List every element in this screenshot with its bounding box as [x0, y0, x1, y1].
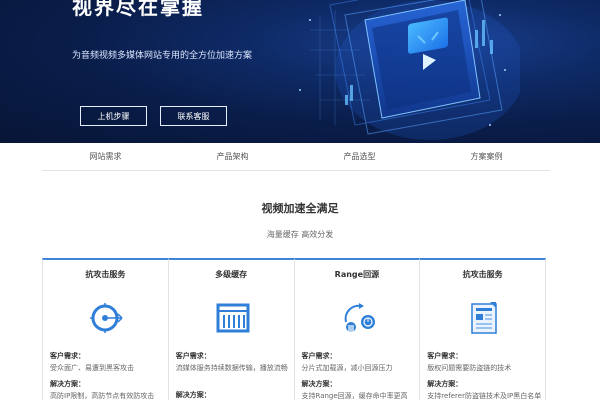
solution-label: 解决方案：: [301, 380, 337, 388]
solution-label: 解决方案：: [50, 380, 85, 388]
feature-card-multilevel-cache[interactable]: 多级缓存 客户需求： 流媒体服务持续数据传输，播放流畅 解决方案：: [167, 258, 295, 400]
solution-text: 支持Range回源，缓存命中率更高: [301, 392, 408, 400]
solution-label: 解决方案：: [427, 380, 463, 388]
nav-item-product-architecture[interactable]: 产品架构: [169, 143, 296, 170]
requirement-label: 客户需求：: [301, 352, 337, 360]
card-title: Range回源: [334, 270, 380, 279]
card-title: 多级缓存: [215, 270, 248, 279]
feature-card-range-origin[interactable]: Range回源 客户需求： 分片式加载源，减小回源压力 解决方案： 支持Rang…: [293, 258, 421, 400]
target-icon: [90, 303, 123, 333]
section-nav: 网站需求 产品架构 产品选型 方案案例: [42, 143, 550, 171]
hero-banner: 视界尽在掌握 为音频视频多媒体网站专用的全方位加速方案 上机步骤 联系客服: [0, 0, 600, 143]
range-icon: [344, 303, 375, 332]
section-subtitle: 海量缓存 高效分发: [266, 230, 334, 239]
feature-card-anti-attack[interactable]: 抗攻击服务 客户需求： 受众面广、易遭到黑客攻击 解决方案： 高防IP限制，高防…: [42, 258, 169, 400]
nav-item-product-selection[interactable]: 产品选型: [296, 143, 423, 170]
nav-item-solution-cases[interactable]: 方案案例: [423, 143, 550, 170]
storage-icon: [216, 303, 250, 333]
feature-card-anti-leech[interactable]: 抗攻击服务 客户需求： 版权问题需要防盗链的技术 解决方案： 支持referer…: [419, 258, 546, 400]
document-icon: [471, 302, 497, 334]
requirement-label: 客户需求：: [427, 352, 463, 360]
video-platform-illustration: [299, 0, 520, 140]
feature-cards: 抗攻击服务 客户需求： 受众面广、易遭到黑客攻击 解决方案： 高防IP限制，高防…: [42, 258, 549, 400]
requirement-label: 客户需求：: [50, 352, 85, 360]
contact-support-button[interactable]: 联系客服: [160, 106, 227, 126]
requirement-text: 流媒体服务持续数据传输，播放流畅: [175, 364, 288, 372]
nav-item-website-needs[interactable]: 网站需求: [42, 143, 169, 170]
requirement-label: 客户需求：: [175, 352, 211, 360]
solution-text: 支持referer防盗链技术及IP黑白名单: [427, 392, 542, 400]
section-title: 视频加速全满足: [261, 202, 339, 215]
card-title: 抗攻击服务: [85, 270, 126, 279]
requirement-text: 分片式加载源，减小回源压力: [301, 364, 393, 372]
solution-text: 高防IP限制，高防节点有效防攻击: [50, 392, 155, 400]
solution-label: 解决方案：: [175, 391, 211, 399]
requirement-text: 版权问题需要防盗链的技术: [427, 364, 512, 372]
setup-steps-button[interactable]: 上机步骤: [80, 106, 147, 126]
hero-title: 视界尽在掌握: [72, 0, 204, 19]
card-title: 抗攻击服务: [462, 270, 503, 279]
requirement-text: 受众面广、易遭到黑客攻击: [50, 364, 134, 372]
hero-subtitle: 为音频视频多媒体网站专用的全方位加速方案: [72, 51, 253, 61]
